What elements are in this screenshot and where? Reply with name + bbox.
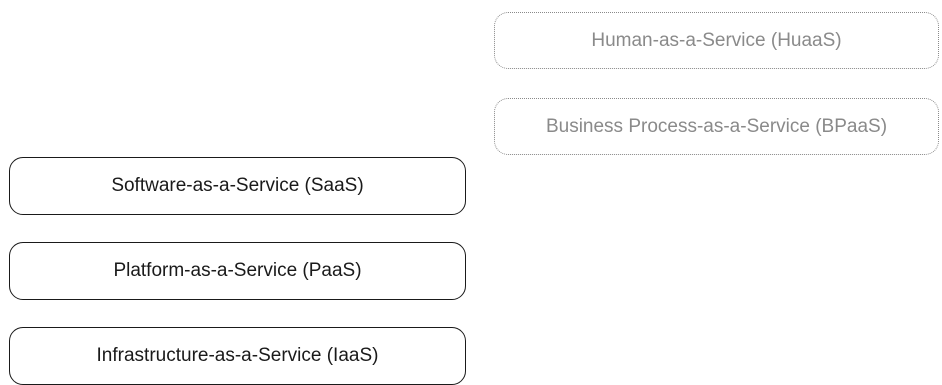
huaas-layer-label: Human-as-a-Service (HuaaS)	[591, 29, 842, 51]
paas-layer-label: Platform-as-a-Service (PaaS)	[113, 260, 362, 281]
bpaas-layer-label: Business Process-as-a-Service (BPaaS)	[545, 115, 888, 137]
paas-layer-box: Platform-as-a-Service (PaaS)	[9, 242, 466, 300]
saas-layer-label: Software-as-a-Service (SaaS)	[111, 175, 364, 196]
bpaas-layer-box: Business Process-as-a-Service (BPaaS)	[494, 98, 939, 155]
huaas-layer-box: Human-as-a-Service (HuaaS)	[494, 12, 939, 69]
iaas-layer-box: Infrastructure-as-a-Service (IaaS)	[9, 327, 466, 385]
saas-layer-box: Software-as-a-Service (SaaS)	[9, 157, 466, 215]
iaas-layer-label: Infrastructure-as-a-Service (IaaS)	[96, 345, 379, 366]
